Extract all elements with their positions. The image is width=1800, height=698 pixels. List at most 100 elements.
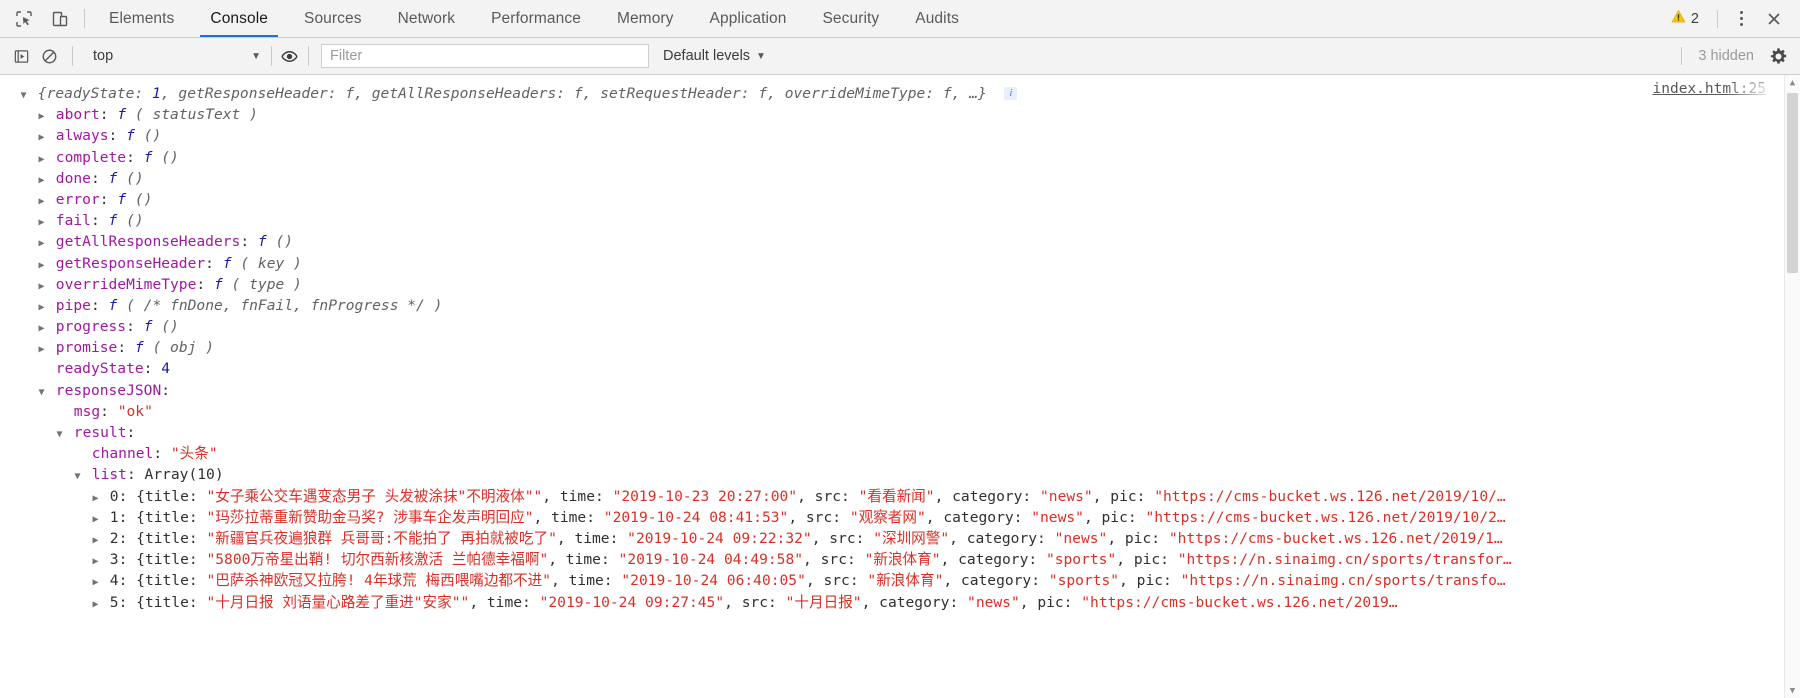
disclosure-triangle-closed-icon[interactable] bbox=[36, 318, 47, 337]
console-output[interactable]: index.html:25 {readyState: 1, getRespons… bbox=[0, 75, 1800, 698]
toolbar-divider-3 bbox=[308, 46, 309, 66]
token-plain: : {title: bbox=[118, 487, 207, 505]
console-message-tree: {readyState: 1, getResponseHeader: f, ge… bbox=[0, 75, 1800, 613]
disclosure-triangle-closed-icon[interactable] bbox=[36, 191, 47, 210]
overflow-fade bbox=[1725, 252, 1785, 274]
console-tree-row[interactable]: msg: "ok" bbox=[0, 400, 1800, 422]
tab-sources[interactable]: Sources bbox=[286, 0, 380, 37]
disclosure-triangle-open-icon[interactable] bbox=[54, 424, 65, 443]
warning-counter[interactable]: 2 bbox=[1671, 9, 1709, 28]
token-it: () bbox=[152, 148, 179, 166]
scroll-down-arrow-icon[interactable]: ▼ bbox=[1785, 683, 1800, 698]
console-tree-row[interactable]: responseJSON: bbox=[0, 379, 1800, 401]
console-tree-row[interactable]: list: Array(10) bbox=[0, 464, 1800, 486]
token-prop: getResponseHeader bbox=[55, 254, 206, 272]
token-str: "news" bbox=[1031, 508, 1084, 526]
execution-context-selector[interactable]: top ▼ bbox=[85, 44, 267, 68]
console-tree-row[interactable]: abort: f ( statusText ) bbox=[0, 104, 1800, 126]
more-options-icon[interactable] bbox=[1726, 4, 1756, 34]
disclosure-triangle-closed-icon[interactable] bbox=[36, 255, 47, 274]
disclosure-triangle-closed-icon[interactable] bbox=[90, 572, 101, 591]
disclosure-triangle-closed-icon[interactable] bbox=[36, 149, 47, 168]
token-str: "news" bbox=[1054, 529, 1108, 547]
overflow-fade bbox=[1725, 485, 1785, 507]
console-tree-row[interactable]: promise: f ( obj ) bbox=[0, 337, 1800, 359]
overflow-fade bbox=[1725, 83, 1785, 105]
console-scrollbar[interactable]: ▲ ▼ bbox=[1784, 75, 1800, 698]
tab-network[interactable]: Network bbox=[380, 0, 474, 37]
disclosure-triangle-closed-icon[interactable] bbox=[36, 212, 47, 231]
console-tree-row[interactable]: 2: {title: "新疆官兵夜遍狼群 兵哥哥:不能拍了 再拍就被吃了", t… bbox=[0, 527, 1800, 550]
disclosure-triangle-closed-icon[interactable] bbox=[36, 276, 47, 295]
clear-console-icon[interactable] bbox=[36, 43, 62, 69]
disclosure-triangle-closed-icon[interactable] bbox=[36, 170, 47, 189]
console-tree-row[interactable]: {readyState: 1, getResponseHeader: f, ge… bbox=[0, 83, 1800, 105]
console-tree-row[interactable]: 5: {title: "十月日报 刘语量心路差了重进"安家"", time: "… bbox=[0, 591, 1800, 613]
console-tree-row[interactable]: result: bbox=[0, 422, 1800, 444]
disclosure-triangle-closed-icon[interactable] bbox=[90, 488, 101, 507]
console-tree-row[interactable]: complete: f () bbox=[0, 146, 1800, 168]
tabbar-right-divider bbox=[1717, 9, 1718, 28]
console-tree-row[interactable]: 3: {title: "5800万帝星出鞘! 切尔西新核激活 兰帕德幸福啊", … bbox=[0, 549, 1800, 571]
live-expression-eye-icon[interactable] bbox=[276, 43, 302, 69]
toolbar-divider-2 bbox=[271, 46, 272, 66]
tab-performance[interactable]: Performance bbox=[473, 0, 599, 37]
devtools-window: Elements Console Sources Network Perform… bbox=[0, 0, 1800, 698]
disclosure-triangle-closed-icon[interactable] bbox=[36, 106, 47, 125]
disclosure-triangle-closed-icon[interactable] bbox=[36, 339, 47, 358]
tab-memory[interactable]: Memory bbox=[599, 0, 692, 37]
disclosure-triangle-closed-icon[interactable] bbox=[36, 233, 47, 252]
token-it: () bbox=[266, 233, 294, 251]
disclosure-triangle-closed-icon[interactable] bbox=[36, 127, 47, 146]
tab-application[interactable]: Application bbox=[692, 0, 805, 37]
device-toolbar-icon[interactable] bbox=[46, 5, 74, 33]
execute-context-icon[interactable] bbox=[8, 43, 34, 69]
token-str: "5800万帝星出鞘! 切尔西新核激活 兰帕德幸福啊" bbox=[206, 551, 549, 569]
console-tree-row[interactable]: getAllResponseHeaders: f () bbox=[0, 231, 1800, 253]
log-levels-selector[interactable]: Default levels ▼ bbox=[663, 48, 766, 64]
console-toolbar: top ▼ Filter Default levels ▼ 3 hidden bbox=[0, 38, 1800, 75]
token-plain: 3 bbox=[109, 551, 119, 569]
console-tree-row[interactable]: pipe: f ( /* fnDone, fnFail, fnProgress … bbox=[0, 294, 1800, 317]
tab-security[interactable]: Security bbox=[804, 0, 897, 37]
console-tree-row[interactable]: channel: "头条" bbox=[0, 443, 1800, 465]
token-plain: : bbox=[126, 424, 136, 441]
disclosure-triangle-closed-icon[interactable] bbox=[36, 297, 47, 316]
disclosure-triangle-closed-icon[interactable] bbox=[90, 530, 101, 549]
token-it: () bbox=[126, 190, 153, 208]
scroll-up-arrow-icon[interactable]: ▲ bbox=[1785, 75, 1800, 90]
disclosure-triangle-open-icon[interactable] bbox=[72, 466, 83, 485]
settings-gear-icon[interactable] bbox=[1764, 42, 1792, 70]
console-tree-row[interactable]: error: f () bbox=[0, 188, 1800, 211]
tab-console[interactable]: Console bbox=[192, 0, 286, 37]
disclosure-triangle-closed-icon[interactable] bbox=[90, 509, 101, 528]
console-tree-row[interactable]: 4: {title: "巴萨杀神欧冠又拉胯! 4年球荒 梅西喂嘴边都不进", t… bbox=[0, 570, 1800, 592]
disclosure-triangle-closed-icon[interactable] bbox=[90, 594, 101, 613]
console-tree-row[interactable]: overrideMimeType: f ( type ) bbox=[0, 273, 1800, 295]
overflow-fade bbox=[1725, 464, 1785, 486]
console-tree-row[interactable]: 0: {title: "女子乘公交车遇变态男子 头发被涂抹"不明液体"", ti… bbox=[0, 485, 1800, 507]
console-tree-row[interactable]: 1: {title: "玛莎拉蒂重新赞助金马奖? 涉事车企发声明回应", tim… bbox=[0, 506, 1800, 528]
inspect-element-icon[interactable] bbox=[10, 5, 38, 33]
tab-label: Elements bbox=[109, 9, 175, 27]
token-plain: , pic: bbox=[1107, 529, 1169, 547]
console-tree-row[interactable]: always: f () bbox=[0, 125, 1800, 147]
disclosure-triangle-open-icon[interactable] bbox=[18, 85, 29, 104]
filter-input[interactable]: Filter bbox=[321, 44, 649, 68]
console-tree-row[interactable]: getResponseHeader: f ( key ) bbox=[0, 252, 1800, 274]
disclosure-triangle-open-icon[interactable] bbox=[36, 382, 47, 401]
token-plain: , pic: bbox=[1119, 572, 1181, 590]
token-str: "深圳网警" bbox=[873, 529, 950, 547]
console-tree-row[interactable]: done: f () bbox=[0, 167, 1800, 189]
console-tree-row[interactable]: readyState: 4 bbox=[0, 358, 1800, 380]
info-badge-icon[interactable]: i bbox=[1004, 86, 1018, 100]
token-plain: , category: bbox=[861, 593, 968, 611]
disclosure-triangle-closed-icon[interactable] bbox=[90, 551, 101, 570]
console-tree-row[interactable]: fail: f () bbox=[0, 210, 1800, 232]
tab-audits[interactable]: Audits bbox=[897, 0, 977, 37]
close-icon[interactable] bbox=[1758, 4, 1790, 34]
token-plain: , time: bbox=[556, 529, 628, 547]
console-tree-row[interactable]: progress: f () bbox=[0, 316, 1800, 338]
scrollbar-thumb[interactable] bbox=[1787, 93, 1798, 273]
tab-elements[interactable]: Elements bbox=[91, 0, 192, 37]
